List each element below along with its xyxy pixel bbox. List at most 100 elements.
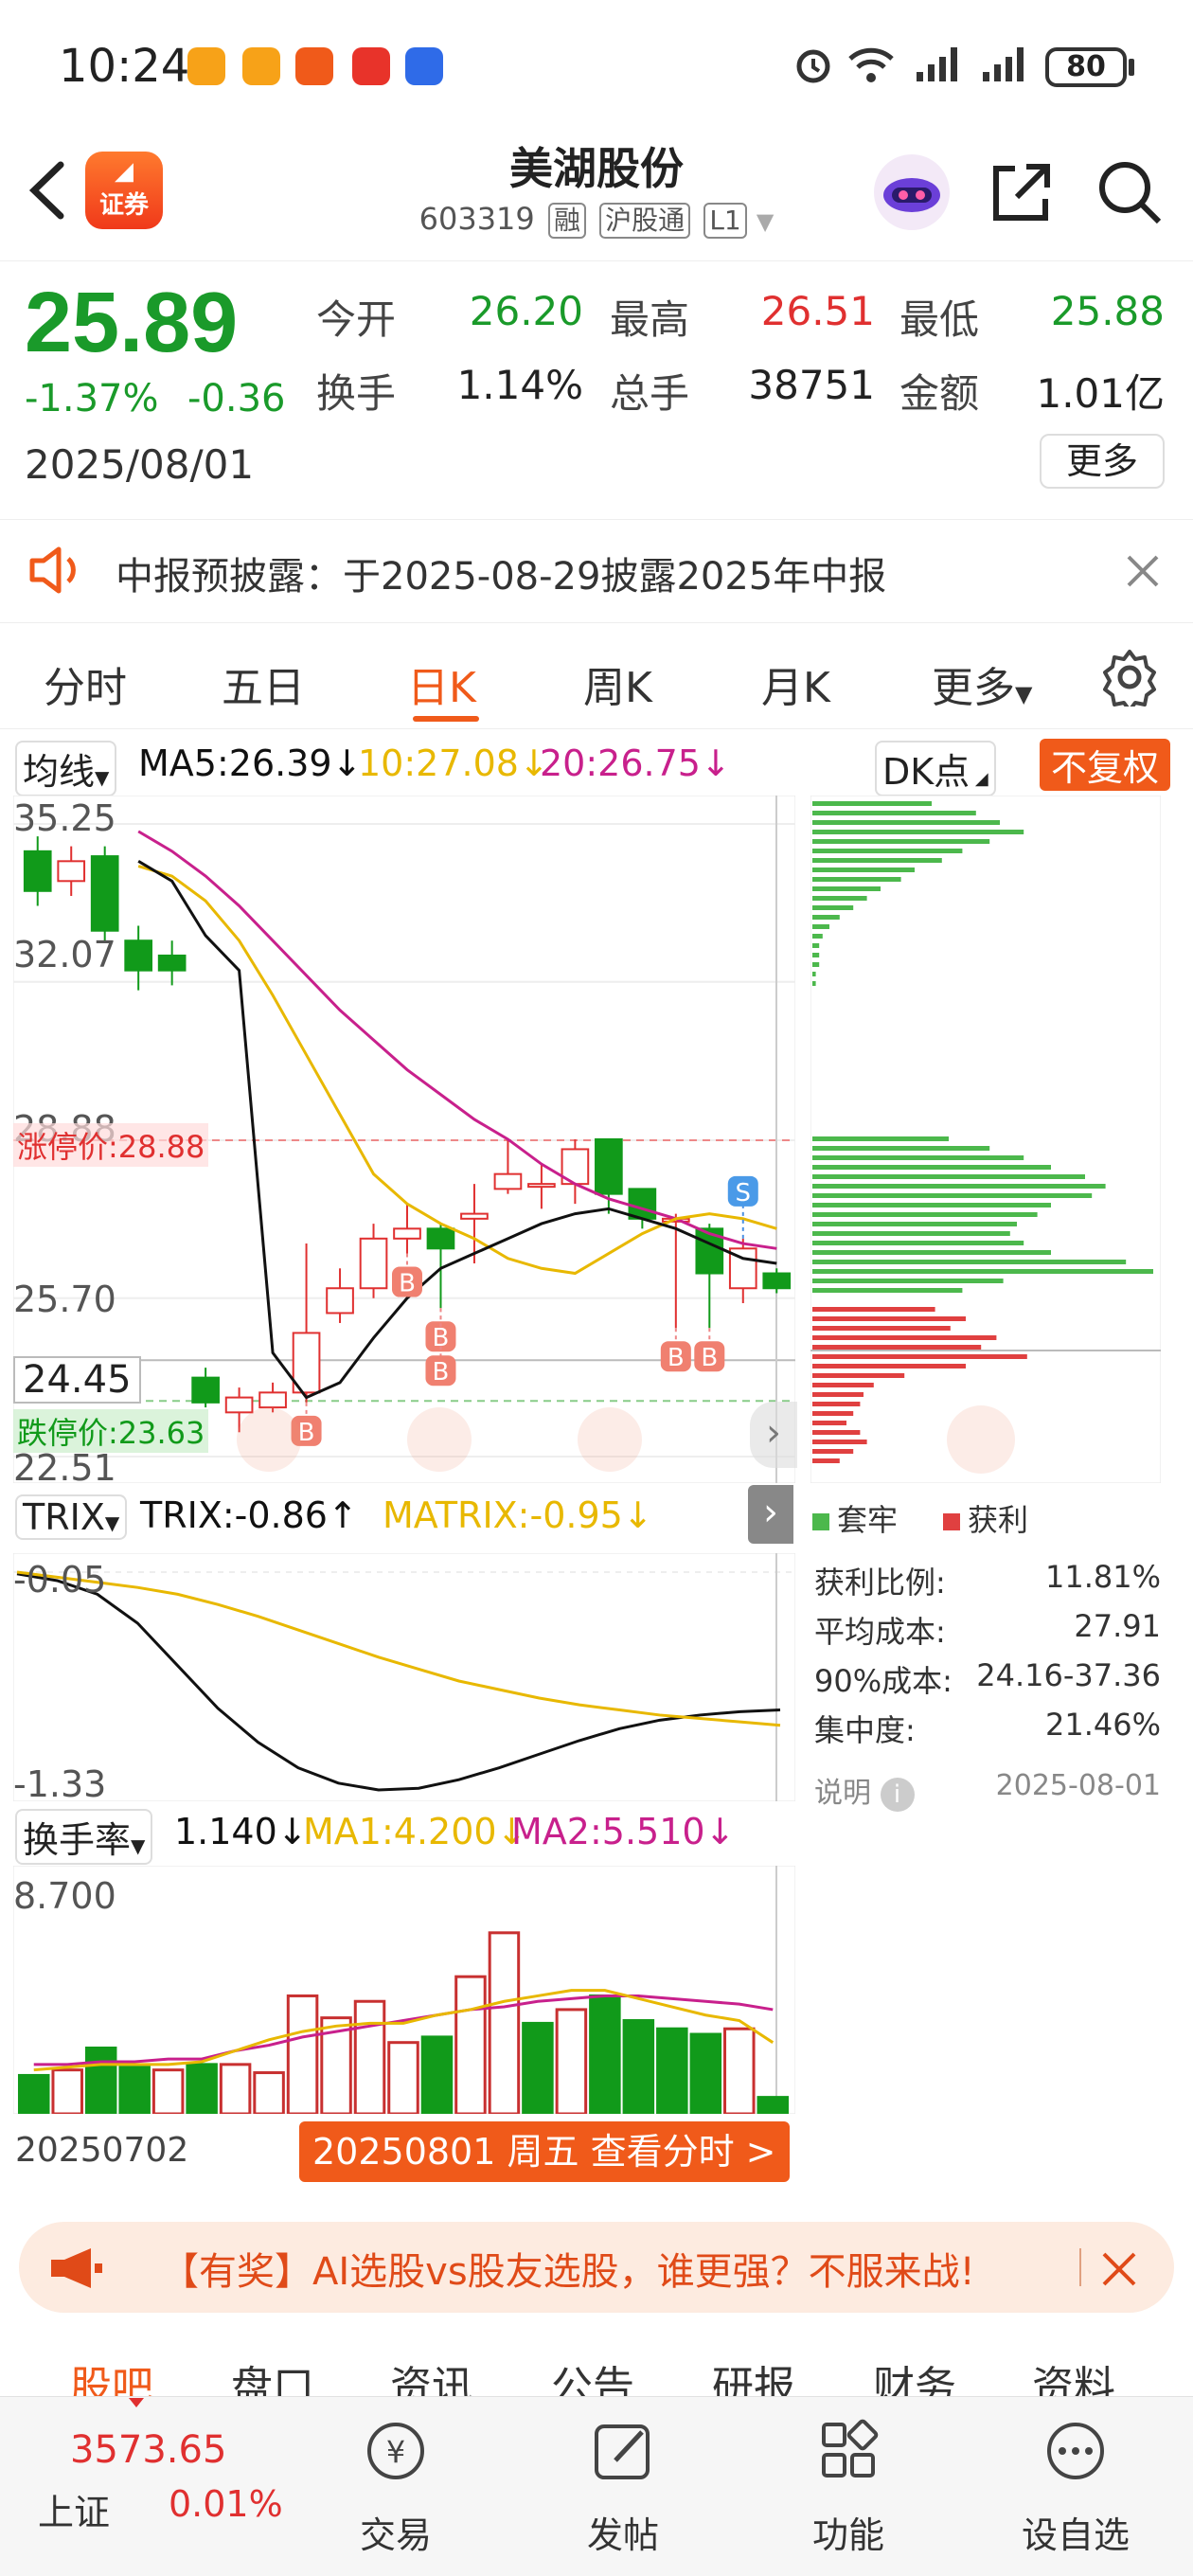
chip-bar-profit — [812, 1335, 997, 1340]
turnover-bar — [151, 2068, 185, 2114]
turnover-bar — [286, 1994, 319, 2114]
chip-bar-trapped — [812, 1193, 1093, 1198]
chevron-down-icon[interactable]: ▼ — [757, 208, 774, 235]
signal-label: B — [433, 1358, 450, 1386]
signal-label: B — [399, 1270, 416, 1298]
svg-text:¥: ¥ — [386, 2434, 405, 2470]
chip-bar-trapped — [812, 1136, 949, 1141]
trade-icon[interactable]: ¥ — [329, 2417, 462, 2483]
app-notification-icon — [187, 47, 225, 85]
chip-bar-trapped — [812, 924, 829, 929]
tab-daily-k[interactable]: 日K — [407, 653, 476, 714]
close-icon[interactable] — [1121, 549, 1165, 593]
change-percent: -1.37% — [25, 377, 159, 420]
chip-bar-profit — [812, 1326, 951, 1331]
search-icon[interactable] — [1095, 157, 1165, 227]
chip-bar-profit — [812, 1364, 829, 1368]
chip-bar-trapped — [812, 877, 901, 882]
y-tick-label: 32.07 — [13, 934, 116, 975]
nav-function-label[interactable]: 功能 — [782, 2506, 915, 2558]
index-value[interactable]: 3573.65 — [70, 2428, 226, 2472]
turnover-bar — [84, 2046, 117, 2114]
chip-bar-trapped — [812, 1212, 1038, 1217]
settings-gear-icon[interactable] — [1100, 648, 1159, 707]
adjust-button[interactable]: 不复权 — [1040, 739, 1171, 791]
tag-connect: 沪股通 — [599, 203, 691, 239]
turnover-value-label: 1.140↓ — [174, 1811, 308, 1852]
limit-down-label: 跌停价:23.63 — [13, 1409, 209, 1453]
battery-indicator: 80 — [1045, 47, 1127, 87]
turnover-bar — [723, 2027, 756, 2114]
chip-bar-trapped — [812, 868, 915, 872]
candle-body — [359, 1237, 388, 1290]
chip-bar-profit — [812, 1373, 840, 1378]
message-app-icon — [352, 47, 390, 85]
turnover-chart[interactable] — [13, 1866, 795, 2114]
securities-app-icon — [295, 47, 333, 85]
chip-bar-profit — [812, 1411, 854, 1416]
tab-weekly-k[interactable]: 周K — [583, 653, 652, 714]
promo-text: 【有奖】AI选股vs股友选股，谁更强？不服来战! — [161, 2250, 975, 2294]
megaphone-icon — [51, 2248, 102, 2288]
nav-button — [237, 1407, 301, 1472]
view-intraday-button[interactable]: 20250801 周五 查看分时 > — [299, 2121, 790, 2182]
chip-note[interactable]: 说明 i — [814, 1769, 915, 1812]
tab-five-day[interactable]: 五日 — [222, 653, 305, 714]
indicator-arrow — [129, 2398, 144, 2407]
chip-bar-trapped — [812, 905, 854, 910]
trix-value-label: TRIX:-0.86↑ — [140, 1494, 358, 1536]
trix-dropdown[interactable]: TRIX▼ — [15, 1494, 128, 1540]
stat-turnover-label: 换手 — [316, 370, 397, 417]
tab-more[interactable]: 更多▼ — [932, 653, 1032, 714]
chip-bar-trapped — [812, 1174, 1085, 1179]
speaker-icon — [29, 546, 76, 594]
signal-icon — [983, 47, 1024, 81]
index-change[interactable]: 0.01% — [169, 2483, 283, 2525]
candle-body — [460, 1212, 489, 1220]
turnover-bar — [589, 1994, 621, 2114]
candle-body — [326, 1287, 354, 1315]
turnover-dropdown[interactable]: 换手率▼ — [15, 1809, 153, 1865]
tab-intraday[interactable]: 分时 — [44, 653, 127, 714]
legend-profit: 获利 — [943, 1496, 1028, 1540]
chip-date: 2025-08-01 — [995, 1769, 1161, 1802]
turnover-bar — [17, 2073, 50, 2114]
candle-body — [124, 939, 153, 972]
tab-monthly-k[interactable]: 月K — [761, 653, 830, 714]
turnover-bar — [118, 2066, 151, 2114]
ai-assistant-avatar[interactable] — [871, 152, 953, 233]
turnover-bar — [488, 1931, 521, 2114]
add-watchlist-icon[interactable] — [1009, 2417, 1142, 2483]
chip-bar-profit — [812, 1402, 861, 1406]
profit-ratio-label: 获利比例: — [814, 1565, 946, 1601]
chip-bar-trapped — [812, 962, 820, 967]
chip-bar-trapped — [812, 915, 840, 920]
chip-bar-profit — [812, 1430, 861, 1435]
close-icon[interactable] — [1098, 2248, 1140, 2290]
stat-open-label: 今开 — [316, 296, 397, 343]
y-tick-label: 35.25 — [13, 797, 116, 839]
more-stats-button[interactable]: 更多 — [1040, 434, 1165, 489]
trix-chart[interactable] — [13, 1553, 795, 1801]
chip-distribution-chart — [810, 796, 1161, 1483]
tag-margin: 融 — [547, 203, 586, 239]
status-bar: 10:24 80 — [0, 0, 1193, 133]
stat-volume-value: 38751 — [748, 362, 875, 408]
post-icon[interactable] — [557, 2417, 689, 2483]
nav-post-label[interactable]: 发帖 — [557, 2506, 689, 2558]
chip-bar-trapped — [812, 972, 816, 976]
expand-panel-icon[interactable]: › — [748, 1485, 793, 1544]
chip-bar-profit — [812, 1421, 846, 1425]
share-icon[interactable] — [988, 159, 1055, 225]
candle-body — [191, 1376, 220, 1404]
ma-dropdown[interactable]: 均线▼ — [15, 741, 117, 796]
function-grid-icon[interactable] — [782, 2417, 915, 2483]
chevron-right-icon[interactable]: › — [750, 1402, 797, 1468]
chip-bar-trapped — [812, 839, 990, 844]
nav-trade-label[interactable]: 交易 — [329, 2506, 462, 2558]
dk-point-dropdown[interactable]: DK点 ◢ — [875, 741, 996, 796]
index-name[interactable]: 上证 — [38, 2483, 110, 2535]
legend-trapped: 套牢 — [812, 1496, 898, 1540]
candle-body — [426, 1227, 455, 1250]
nav-watchlist-label[interactable]: 设自选 — [1009, 2506, 1142, 2558]
